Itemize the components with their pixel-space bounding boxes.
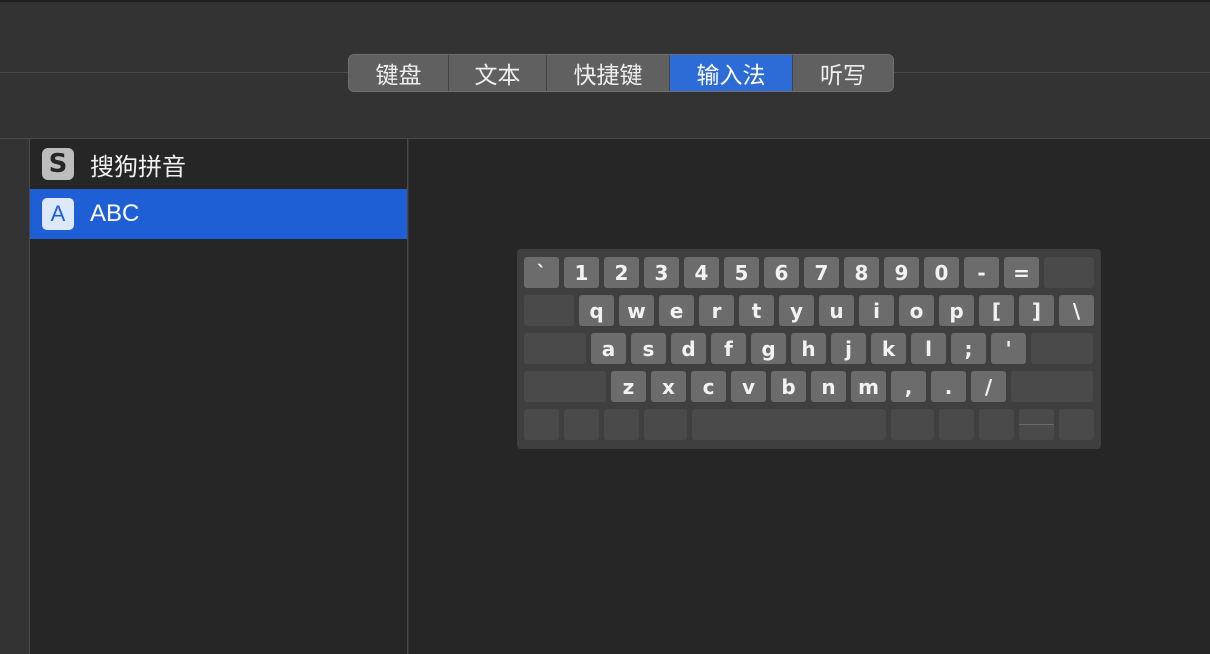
key-char: s [631, 333, 666, 364]
key-option [604, 409, 639, 440]
tab-input-sources[interactable]: 输入法 [670, 55, 793, 91]
key-char: b [771, 371, 806, 402]
key-char: p [939, 295, 974, 326]
key-char: h [791, 333, 826, 364]
key-char: x [651, 371, 686, 402]
key-char: j [831, 333, 866, 364]
key-char: = [1004, 257, 1039, 288]
key-char: t [739, 295, 774, 326]
key-char: z [611, 371, 646, 402]
key-char: 2 [604, 257, 639, 288]
key-char: 5 [724, 257, 759, 288]
key-char: e [659, 295, 694, 326]
key-char: 7 [804, 257, 839, 288]
key-char: - [964, 257, 999, 288]
key-space [692, 409, 886, 440]
key-char: . [931, 371, 966, 402]
key-shift-left [524, 371, 606, 402]
key-arrow-up-down [1019, 409, 1054, 440]
tab-bar: 键盘 文本 快捷键 输入法 听写 [348, 54, 894, 92]
keyboard-layout-preview: ` 1 2 3 4 5 6 7 8 9 0- = q w e r t y u i o p[] \ a s d f g h j k l; ' … [517, 249, 1101, 449]
key-char: n [811, 371, 846, 402]
key-char: l [911, 333, 946, 364]
key-char: / [971, 371, 1006, 402]
key-char: [ [979, 295, 1014, 326]
key-char: u [819, 295, 854, 326]
key-command [644, 409, 687, 440]
tab-shortcuts[interactable]: 快捷键 [547, 55, 670, 91]
tab-keyboard[interactable]: 键盘 [349, 55, 449, 91]
input-source-label: ABC [90, 200, 140, 227]
key-char: c [691, 371, 726, 402]
key-char: 0 [924, 257, 959, 288]
key-command-right [891, 409, 934, 440]
key-arrow-right [1059, 409, 1094, 440]
key-char: a [591, 333, 626, 364]
key-char: 9 [884, 257, 919, 288]
key-char: r [699, 295, 734, 326]
key-tab [524, 295, 574, 326]
key-char: 8 [844, 257, 879, 288]
key-char: q [579, 295, 614, 326]
input-source-label: 搜狗拼音 [90, 152, 186, 181]
key-char: ' [991, 333, 1026, 364]
key-char: g [751, 333, 786, 364]
key-char: m [851, 371, 886, 402]
key-char: k [871, 333, 906, 364]
key-char: o [899, 295, 934, 326]
key-char: d [671, 333, 706, 364]
key-char: ; [951, 333, 986, 364]
key-delete [1044, 257, 1094, 288]
input-source-list[interactable]: S 搜狗拼音 A ABC [29, 139, 408, 654]
key-char: v [731, 371, 766, 402]
key-char: i [859, 295, 894, 326]
key-return [1031, 333, 1093, 364]
key-fn [524, 409, 559, 440]
key-option-right [939, 409, 974, 440]
key-char: ` [524, 257, 559, 288]
key-char: w [619, 295, 654, 326]
key-char: 1 [564, 257, 599, 288]
key-arrow-left [979, 409, 1014, 440]
window-top-edge [0, 0, 1210, 2]
key-char: \ [1059, 295, 1094, 326]
key-char: 6 [764, 257, 799, 288]
key-shift-right [1011, 371, 1093, 402]
input-source-item-sogou[interactable]: S 搜狗拼音 [30, 139, 407, 189]
input-source-item-abc[interactable]: A ABC [30, 189, 407, 239]
key-char: ] [1019, 295, 1054, 326]
key-char: , [891, 371, 926, 402]
key-char: f [711, 333, 746, 364]
key-char: 3 [644, 257, 679, 288]
tab-dictation[interactable]: 听写 [793, 55, 893, 91]
key-char: y [779, 295, 814, 326]
key-control [564, 409, 599, 440]
tab-text[interactable]: 文本 [449, 55, 547, 91]
sogou-icon: S [42, 148, 74, 180]
key-char: 4 [684, 257, 719, 288]
abc-icon: A [42, 198, 74, 230]
key-caps-lock [524, 333, 586, 364]
